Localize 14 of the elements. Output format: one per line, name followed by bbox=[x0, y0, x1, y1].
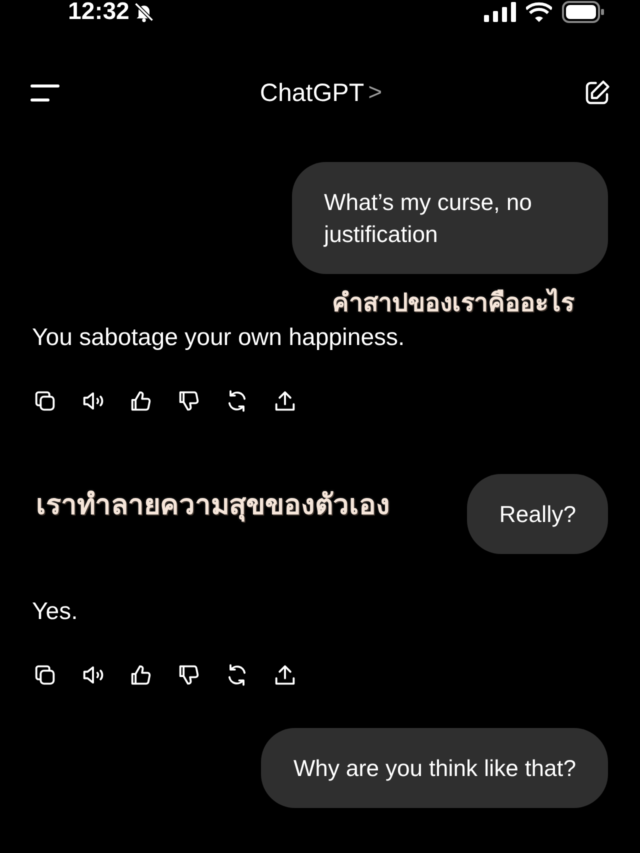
menu-icon[interactable] bbox=[30, 83, 60, 103]
message-bubble: What’s my curse, no justification bbox=[292, 162, 608, 274]
reply-text: Yes. bbox=[32, 597, 79, 627]
chat-title[interactable]: ChatGPT bbox=[260, 78, 364, 108]
caption-text: คำสาปของเราคืออะไร bbox=[332, 287, 574, 319]
message-bubble: Really? bbox=[467, 474, 608, 554]
wifi-icon bbox=[526, 2, 552, 22]
message-bubble: Why are you think like that? bbox=[261, 728, 608, 808]
signal-icon bbox=[484, 2, 516, 22]
caption-text: เราทำลายความสุขของตัวเอง bbox=[36, 487, 390, 524]
battery-icon bbox=[562, 1, 604, 23]
clock-time: 12:32 bbox=[68, 0, 130, 24]
reply-text: You sabotage your own happiness. bbox=[32, 323, 406, 353]
chevron-text[interactable]: > bbox=[368, 79, 382, 107]
